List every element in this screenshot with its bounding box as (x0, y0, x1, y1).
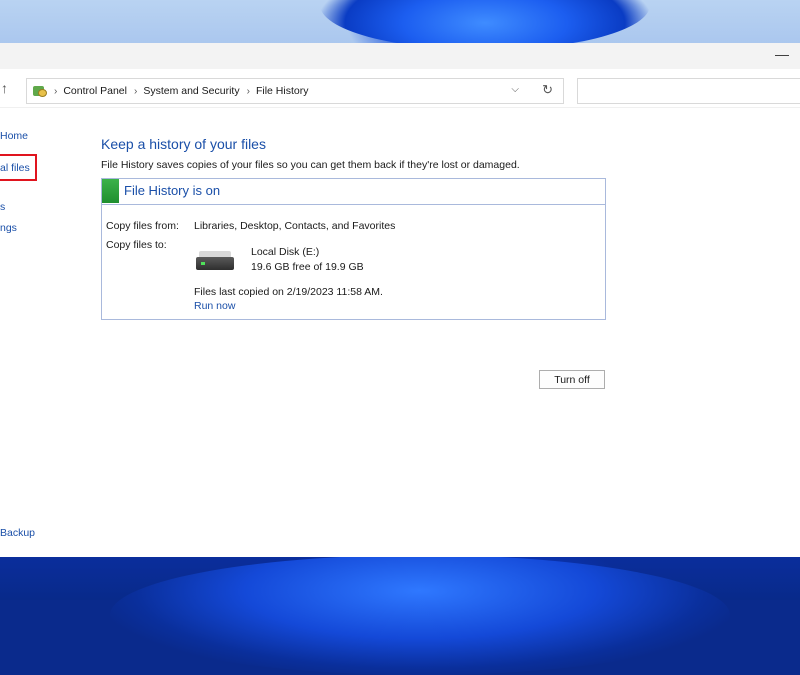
panel-title: File History is on (124, 183, 221, 198)
sidebar-item-drive[interactable]: s (0, 201, 5, 213)
search-input[interactable] (577, 78, 800, 104)
run-now-link[interactable]: Run now (194, 300, 235, 312)
breadcrumb-system-and-security[interactable]: System and Security (143, 85, 239, 97)
up-arrow-icon[interactable]: ↑ (1, 81, 8, 95)
sidebar: Home al files s ngs Backup (0, 107, 90, 557)
hard-drive-icon (196, 251, 234, 271)
chevron-right-icon: › (54, 85, 58, 97)
address-row: ↑ › Control Panel › System and Security … (0, 69, 800, 108)
sidebar-item-restore-personal-files[interactable]: al files (0, 162, 30, 174)
copy-from-label: Copy files from: (106, 220, 179, 232)
address-bar[interactable]: › Control Panel › System and Security › … (26, 78, 564, 104)
sidebar-item-backup[interactable]: Backup (0, 527, 35, 539)
page-title: Keep a history of your files (101, 136, 266, 152)
sidebar-item-settings[interactable]: ngs (0, 222, 17, 234)
title-bar: — (0, 43, 800, 69)
file-history-status-panel: File History is on Copy files from: Libr… (101, 178, 606, 320)
drive-name: Local Disk (E:) (251, 246, 320, 258)
chevron-right-icon[interactable]: › (134, 86, 137, 97)
sidebar-item-home[interactable]: Home (0, 130, 28, 142)
control-panel-icon (33, 84, 47, 98)
breadcrumb-file-history[interactable]: File History (256, 85, 309, 97)
page-description: File History saves copies of your files … (101, 159, 520, 171)
copy-from-value: Libraries, Desktop, Contacts, and Favori… (194, 220, 396, 232)
drive-space: 19.6 GB free of 19.9 GB (251, 261, 364, 273)
copy-to-label: Copy files to: (106, 239, 167, 251)
minimize-button[interactable]: — (772, 46, 792, 64)
chevron-down-icon[interactable]: ⌵ (511, 84, 519, 95)
last-copied-text: Files last copied on 2/19/2023 11:58 AM. (194, 286, 383, 298)
wallpaper-swirl (110, 555, 730, 675)
breadcrumb-control-panel[interactable]: Control Panel (63, 85, 127, 97)
panel-header: File History is on (102, 179, 605, 205)
file-history-window: — ↑ › Control Panel › System and Securit… (0, 43, 800, 557)
chevron-right-icon[interactable]: › (247, 86, 250, 97)
turn-off-button[interactable]: Turn off (539, 370, 605, 389)
refresh-icon[interactable]: ↻ (542, 82, 553, 98)
status-indicator (102, 179, 119, 203)
